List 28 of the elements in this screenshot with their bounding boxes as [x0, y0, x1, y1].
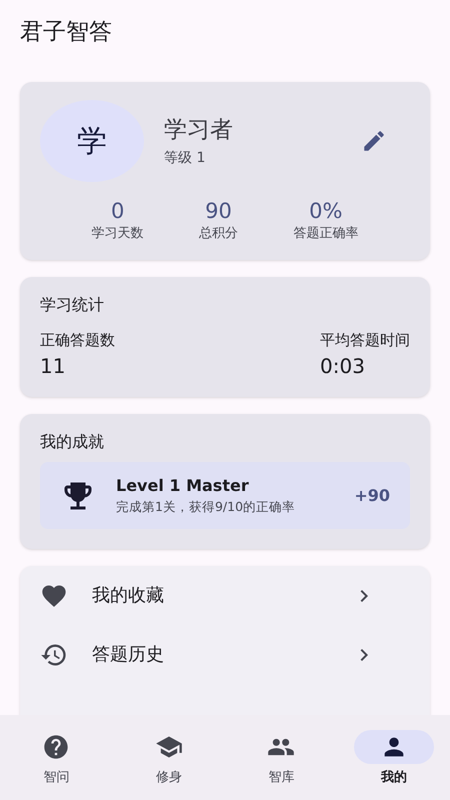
avatar: 学 — [40, 100, 144, 182]
stat-value: 11 — [40, 353, 66, 380]
stat-label: 平均答题时间 — [320, 330, 410, 351]
achievement-points: +90 — [354, 484, 390, 507]
stat-label: 正确答题数 — [40, 330, 115, 351]
stat-value: 0:03 — [320, 353, 366, 380]
nav-tab[interactable]: 智库 — [225, 730, 338, 788]
menu-item[interactable]: 我的收藏 — [20, 566, 430, 625]
nav-tab[interactable]: 我的 — [338, 730, 450, 788]
user-name: 学习者 — [164, 116, 234, 146]
section-title: 我的成就 — [40, 431, 105, 454]
help-icon — [42, 733, 70, 761]
nav-tab[interactable]: 修身 — [112, 730, 225, 788]
chevron-right-icon — [360, 590, 368, 602]
stat-label: 学习天数 — [92, 225, 144, 244]
achievement-description: 完成第1关，获得9/10的正确率 — [116, 498, 296, 516]
stat-label: 总积分 — [198, 225, 238, 244]
stat-value: 0 — [110, 198, 124, 224]
user-level: 等级 1 — [164, 148, 206, 168]
menu-item[interactable]: 答题历史 — [20, 625, 430, 684]
stat-label: 答题正确率 — [293, 225, 358, 244]
section-title: 学习统计 — [40, 294, 105, 316]
app-title: 君子智答 — [20, 18, 112, 47]
achievement-title: Level 1 Master — [116, 475, 250, 498]
nav-tab[interactable]: 智问 — [0, 730, 112, 788]
stat-value: 0% — [309, 198, 342, 224]
chevron-right-icon — [360, 648, 368, 660]
stat-value: 90 — [205, 198, 232, 224]
